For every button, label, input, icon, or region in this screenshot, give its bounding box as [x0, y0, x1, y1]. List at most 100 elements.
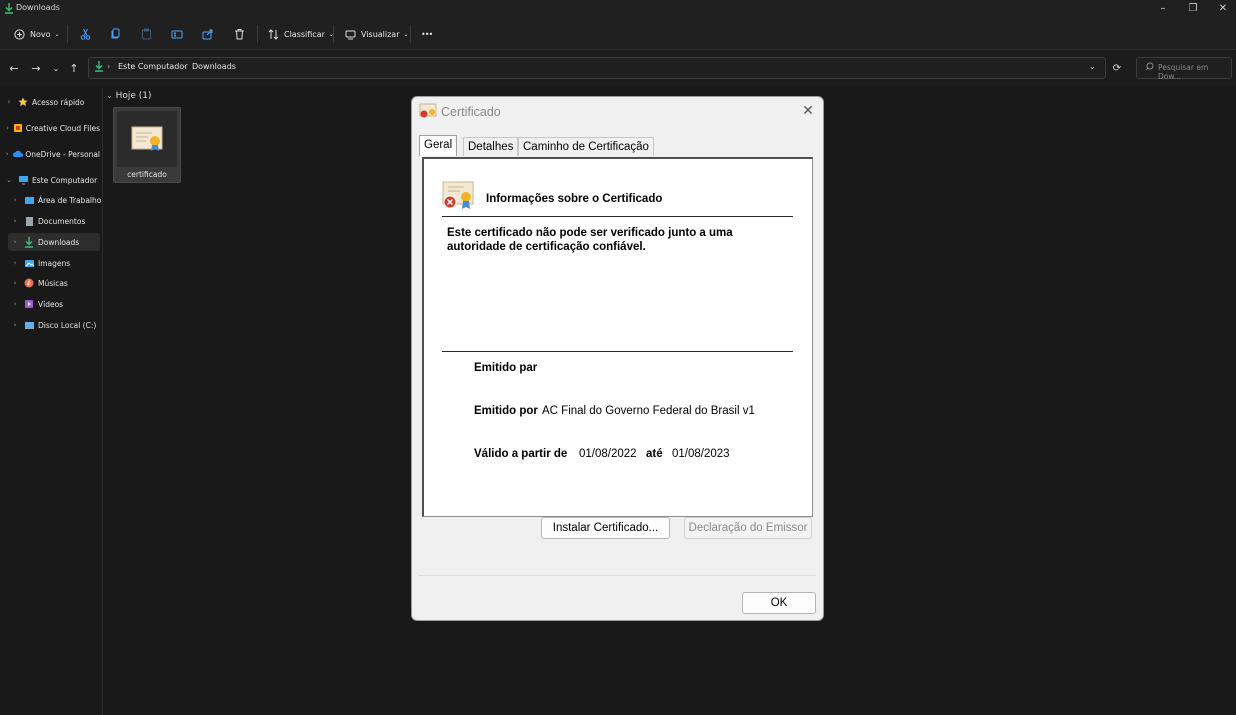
sort-button[interactable]: Classificar ⌄	[266, 24, 334, 44]
sidebar-item-label: OneDrive - Personal	[25, 149, 100, 159]
copy-icon	[108, 27, 122, 41]
toolbar-divider	[257, 25, 258, 43]
trash-icon	[232, 27, 246, 41]
window-title: Downloads	[16, 3, 60, 12]
expand-chevron-icon[interactable]: ›	[2, 150, 12, 158]
forward-arrow-icon[interactable]: →	[28, 60, 44, 76]
sidebar-item-label: Disco Local (C:)	[38, 320, 97, 330]
sidebar-item-downloads[interactable]: › Downloads	[8, 233, 100, 251]
dialog-heading: Informações sobre o Certificado	[486, 193, 663, 205]
more-options-button[interactable]: •••	[421, 24, 433, 44]
sidebar-item-acesso-rapido[interactable]: › Acesso rápido	[2, 93, 100, 111]
restore-button[interactable]: ❐	[1178, 2, 1208, 16]
paste-button[interactable]	[139, 24, 153, 44]
navigation-pane: › Acesso rápido › Creative Cloud Files ›…	[0, 88, 103, 715]
monitor-icon	[16, 174, 30, 186]
sidebar-item-musicas[interactable]: › Músicas	[8, 274, 106, 292]
paste-icon	[139, 27, 153, 41]
details-divider	[442, 351, 793, 352]
up-arrow-icon[interactable]: ↑	[66, 60, 82, 76]
expand-chevron-icon[interactable]: ›	[8, 196, 22, 204]
heading-divider	[442, 216, 793, 217]
ok-button[interactable]: OK	[742, 592, 816, 614]
sort-label: Classificar	[284, 29, 325, 39]
monitor-view-icon	[343, 27, 357, 41]
view-label: Visualizar	[361, 29, 400, 39]
expand-chevron-icon[interactable]: ›	[8, 300, 22, 308]
sidebar-item-label: Vídeos	[38, 299, 64, 309]
new-button[interactable]: Novo ⌄	[12, 24, 60, 44]
collapse-chevron-icon[interactable]: ⌄	[106, 91, 113, 100]
sidebar-item-creative-cloud[interactable]: › Creative Cloud Files	[2, 119, 100, 137]
expand-chevron-icon[interactable]: ›	[8, 217, 22, 225]
search-box[interactable]: Pesquisar em Dow...	[1136, 57, 1232, 81]
issuer-statement-button[interactable]: Declaração do Emissor	[684, 517, 812, 539]
breadcrumb-chevron-icon: ›	[107, 62, 111, 71]
certificate-error-icon	[442, 181, 476, 213]
issued-by-label: Emitido por	[474, 405, 538, 417]
expand-chevron-icon[interactable]: ›	[8, 238, 22, 246]
refresh-icon[interactable]: ⟳	[1106, 57, 1128, 79]
expand-chevron-icon[interactable]: ›	[2, 98, 16, 106]
new-label: Novo	[30, 29, 51, 39]
address-bar[interactable]: › Este Computador › Downloads ⌄	[88, 57, 1106, 79]
tab-geral[interactable]: Geral	[419, 135, 458, 156]
breadcrumb-este-computador[interactable]: Este Computador	[118, 62, 188, 71]
file-item-certificado[interactable]: certificado	[113, 107, 181, 183]
tab-caminho-de-certificacao[interactable]: Caminho de Certificação	[518, 137, 654, 156]
sidebar-item-este-computador[interactable]: ⌄ Este Computador	[2, 171, 100, 189]
address-dropdown-icon[interactable]: ⌄	[1089, 62, 1096, 71]
sidebar-item-area-de-trabalho[interactable]: › Área de Trabalho	[8, 191, 106, 209]
sidebar-item-videos[interactable]: › Vídeos	[8, 295, 106, 313]
collapse-chevron-icon[interactable]: ⌄	[2, 176, 16, 184]
rename-button[interactable]	[170, 24, 184, 44]
folder-icon	[13, 122, 24, 134]
file-thumbnail	[117, 111, 177, 167]
minimize-button[interactable]: –	[1148, 2, 1178, 16]
general-panel: Informações sobre o Certificado Este cer…	[422, 157, 813, 517]
valid-to-value: 01/08/2023	[672, 448, 730, 460]
cut-button[interactable]	[78, 24, 92, 44]
sidebar-item-imagens[interactable]: › Imagens	[8, 254, 106, 272]
breadcrumb-chevron-icon: ›	[182, 62, 186, 71]
desktop-icon	[22, 194, 36, 206]
image-icon	[22, 257, 36, 269]
share-icon	[201, 27, 215, 41]
share-button[interactable]	[201, 24, 215, 44]
video-icon	[22, 298, 36, 310]
drive-icon	[22, 319, 36, 331]
expand-chevron-icon[interactable]: ›	[8, 279, 22, 287]
delete-button[interactable]	[232, 24, 246, 44]
sidebar-item-disco-local[interactable]: › Disco Local (C:)	[8, 316, 106, 334]
download-icon	[22, 236, 36, 248]
tab-detalhes[interactable]: Detalhes	[463, 137, 519, 156]
search-icon	[1145, 62, 1154, 73]
group-header[interactable]: ⌄ Hoje (1)	[106, 91, 152, 101]
chevron-down-icon: ⌄	[403, 30, 409, 38]
music-icon	[22, 277, 36, 289]
until-label: até	[646, 448, 663, 460]
view-button[interactable]: Visualizar ⌄	[343, 24, 409, 44]
toolbar-divider	[67, 25, 68, 43]
sort-icon	[266, 27, 280, 41]
sidebar-item-onedrive[interactable]: › OneDrive - Personal	[2, 145, 100, 163]
close-icon[interactable]: ✕	[800, 102, 816, 118]
expand-chevron-icon[interactable]: ›	[8, 259, 22, 267]
certificate-icon	[131, 125, 163, 155]
sidebar-item-documentos[interactable]: › Documentos	[8, 212, 106, 230]
copy-button[interactable]	[108, 24, 122, 44]
back-arrow-icon[interactable]: ←	[6, 60, 22, 76]
install-certificate-button[interactable]: Instalar Certificado...	[541, 517, 670, 539]
sidebar-item-label: Creative Cloud Files	[25, 123, 100, 133]
search-input[interactable]: Pesquisar em Dow...	[1158, 63, 1231, 81]
sidebar-item-label: Área de Trabalho	[38, 195, 102, 205]
expand-chevron-icon[interactable]: ›	[8, 321, 22, 329]
close-window-button[interactable]: ✕	[1208, 2, 1236, 16]
dialog-divider	[418, 575, 816, 576]
recent-chevron-icon[interactable]: ⌄	[48, 60, 64, 76]
breadcrumb-downloads[interactable]: Downloads	[192, 62, 236, 71]
sidebar-item-label: Downloads	[38, 237, 80, 247]
chevron-down-icon: ⌄	[54, 30, 60, 38]
sidebar-item-label: Imagens	[38, 258, 71, 268]
expand-chevron-icon[interactable]: ›	[2, 124, 13, 132]
